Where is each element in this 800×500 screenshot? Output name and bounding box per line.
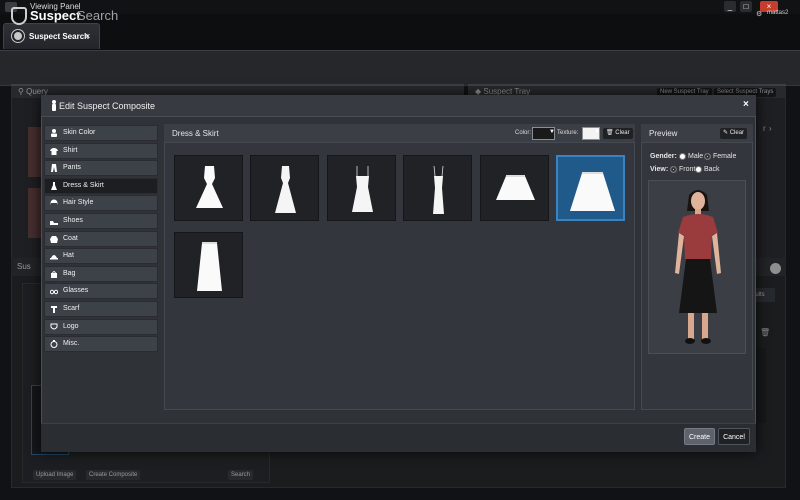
- gender-label: Gender:: [650, 153, 677, 160]
- misc-icon: [50, 340, 58, 349]
- item-tile-dress-aline-long[interactable]: [250, 155, 320, 221]
- item-tile-skirt-long[interactable]: [174, 232, 243, 298]
- create-button[interactable]: Create: [684, 428, 715, 445]
- item-tile-dress-strap-short[interactable]: [326, 155, 396, 221]
- dress-icon: [351, 166, 373, 212]
- preview-title: Preview: [649, 129, 678, 138]
- category-label: Shoes: [63, 217, 83, 224]
- shield-icon: [50, 323, 58, 330]
- category-shirt[interactable]: Shirt: [44, 142, 158, 159]
- shoe-icon: [50, 221, 58, 225]
- category-misc[interactable]: Misc.: [44, 336, 158, 353]
- clear-preview-button[interactable]: ✎ Clear: [720, 128, 748, 139]
- logo-text: Suspect: [30, 8, 81, 23]
- badge-icon: [12, 30, 24, 42]
- gender-female-label: Female: [713, 153, 737, 160]
- person-icon: [51, 129, 57, 137]
- pants-icon: [51, 164, 57, 173]
- category-hat[interactable]: Hat: [44, 248, 158, 265]
- tab-close-icon[interactable]: ×: [85, 31, 90, 41]
- modal-footer: [41, 423, 756, 452]
- caret-down-icon[interactable]: ▼: [594, 129, 600, 135]
- tab-strip: [0, 14, 800, 51]
- category-label: Skin Color: [63, 129, 96, 136]
- color-label: Color:: [515, 130, 532, 136]
- category-label: Glasses: [63, 287, 89, 295]
- items-title: Dress & Skirt: [172, 129, 219, 138]
- maximize-button[interactable]: □: [740, 1, 752, 12]
- view-back-radio[interactable]: [695, 166, 702, 173]
- window-titlebar: [0, 0, 800, 14]
- category-skin-color[interactable]: Skin Color: [44, 125, 158, 141]
- category-shoes[interactable]: Shoes: [44, 213, 158, 229]
- gender-male-label: Male: [688, 153, 704, 160]
- modal-title: Edit Suspect Composite: [59, 101, 156, 111]
- dress-icon: [196, 166, 223, 208]
- shirt-icon: [50, 147, 58, 155]
- user-name[interactable]: mattas2: [767, 10, 788, 16]
- category-label: Hair Style: [63, 199, 94, 207]
- dress-icon: [51, 181, 57, 190]
- tab-label: Suspect Search: [29, 32, 90, 41]
- category-pants[interactable]: Pants: [44, 160, 158, 177]
- hair-icon: [50, 199, 58, 208]
- clear-label: Clear: [615, 130, 630, 136]
- caret-down-icon[interactable]: ▼: [549, 129, 555, 135]
- texture-label: Texture:: [557, 130, 579, 136]
- item-tile-skirt-short[interactable]: [479, 155, 549, 221]
- dress-icon: [433, 165, 445, 214]
- logo-text-secondary: Search: [77, 8, 119, 23]
- category-label: Coat: [63, 234, 78, 242]
- gear-icon[interactable]: ⚙: [756, 10, 762, 18]
- clear-items-button[interactable]: 🗑 Clear: [603, 128, 633, 139]
- category-label: Bag: [63, 269, 76, 277]
- category-logo[interactable]: Logo: [44, 318, 158, 335]
- category-label: Logo: [63, 322, 79, 330]
- app-header: [0, 51, 800, 86]
- category-label: Shirt: [63, 146, 78, 154]
- category-coat[interactable]: Coat: [44, 230, 158, 247]
- bag-icon: [51, 270, 57, 278]
- item-tile-skirt-midi[interactable]: [556, 155, 625, 221]
- eraser-icon: ✎: [723, 130, 729, 136]
- view-back-label: Back: [704, 166, 720, 173]
- female-figure-image: [675, 190, 721, 344]
- skirt-icon: [570, 172, 615, 211]
- gender-female-radio[interactable]: [704, 153, 711, 160]
- item-tile-dress-strap-long[interactable]: [403, 155, 473, 221]
- hat-icon: [50, 255, 58, 260]
- modal-close-icon[interactable]: ×: [743, 99, 749, 110]
- cancel-button[interactable]: Cancel: [718, 428, 750, 445]
- category-label: Dress & Skirt: [63, 181, 104, 189]
- trash-icon: 🗑: [606, 130, 614, 136]
- category-hair-style[interactable]: Hair Style: [44, 195, 158, 212]
- category-scarf[interactable]: Scarf: [44, 301, 158, 317]
- category-label: Misc.: [63, 340, 80, 348]
- person-icon: [52, 100, 56, 111]
- category-label: Hat: [63, 252, 74, 260]
- category-dress-skirt[interactable]: Dress & Skirt: [44, 177, 158, 194]
- category-glasses[interactable]: Glasses: [44, 283, 158, 300]
- coat-icon: [50, 235, 58, 243]
- tab-suspect-search[interactable]: Suspect Search ×: [3, 23, 100, 49]
- item-tile-dress-sleeveless-flare[interactable]: [174, 155, 243, 221]
- skirt-icon: [197, 242, 222, 291]
- category-label: Scarf: [63, 305, 80, 312]
- scarf-icon: [51, 306, 57, 313]
- badge-logo-icon: [11, 7, 27, 25]
- view-label: View:: [650, 166, 669, 173]
- composite-preview-figure: [648, 180, 746, 354]
- category-label: Pants: [63, 164, 81, 172]
- dress-icon: [275, 166, 297, 213]
- gender-male-radio[interactable]: [679, 153, 686, 160]
- category-bag[interactable]: Bag: [44, 265, 158, 282]
- skirt-icon: [495, 175, 535, 200]
- view-front-label: Front: [679, 166, 696, 173]
- view-front-radio[interactable]: [670, 166, 677, 173]
- glasses-icon: [50, 290, 58, 295]
- minimize-button[interactable]: _: [724, 1, 736, 12]
- clear-label: Clear: [729, 130, 745, 136]
